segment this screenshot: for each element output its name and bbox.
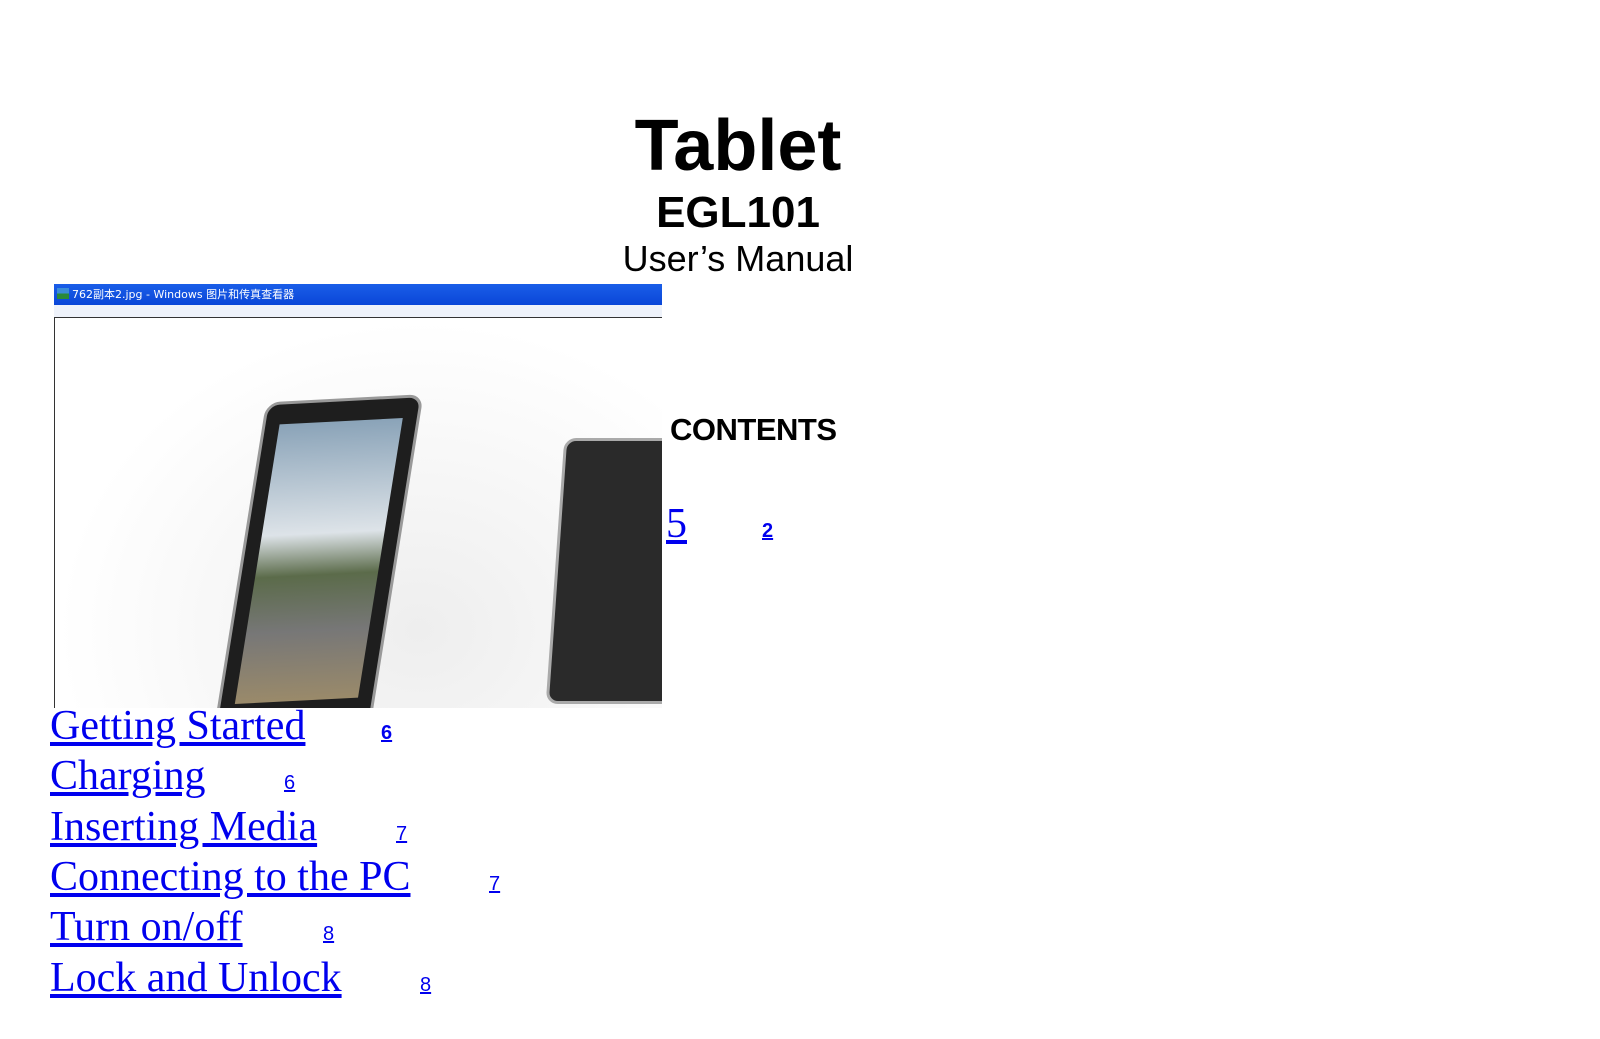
window-title: 762副本2.jpg - Windows 图片和传真查看器	[72, 288, 295, 301]
embedded-screenshot-image: 762副本2.jpg - Windows 图片和传真查看器	[54, 284, 662, 708]
toc-page-partial[interactable]: 2	[762, 520, 773, 543]
toc-link-getting-started[interactable]: Getting Started	[50, 702, 305, 750]
doc-subtitle: User’s Manual	[622, 238, 854, 279]
model-number: EGL101	[656, 188, 820, 237]
toc-link-connecting-pc[interactable]: Connecting to the PC	[50, 853, 411, 901]
toc-page[interactable]: 7	[396, 823, 407, 846]
toc-link-charging[interactable]: Charging	[50, 752, 206, 800]
toc-link-lock-unlock[interactable]: Lock and Unlock	[50, 954, 342, 1002]
toc-link-turn-on-off[interactable]: Turn on/off	[50, 903, 243, 951]
toc-link-inserting-media[interactable]: Inserting Media	[50, 803, 317, 851]
toc-page[interactable]: 8	[323, 923, 334, 946]
tablet-photo	[54, 318, 662, 708]
toc-link-partial[interactable]: 5	[666, 500, 687, 548]
tablet-front-image	[212, 394, 424, 708]
doc-title: Tablet	[634, 106, 842, 186]
window-titlebar: 762副本2.jpg - Windows 图片和传真查看器	[54, 284, 662, 305]
toc-page[interactable]: 6	[284, 772, 295, 795]
tablet-back-image	[545, 438, 662, 704]
toc-page[interactable]: 6	[381, 722, 392, 745]
window-toolbar	[54, 305, 662, 318]
toc-page[interactable]: 8	[420, 974, 431, 997]
image-viewer-icon	[57, 288, 69, 299]
contents-heading: CONTENTS	[670, 412, 837, 447]
toc-page[interactable]: 7	[489, 873, 500, 896]
